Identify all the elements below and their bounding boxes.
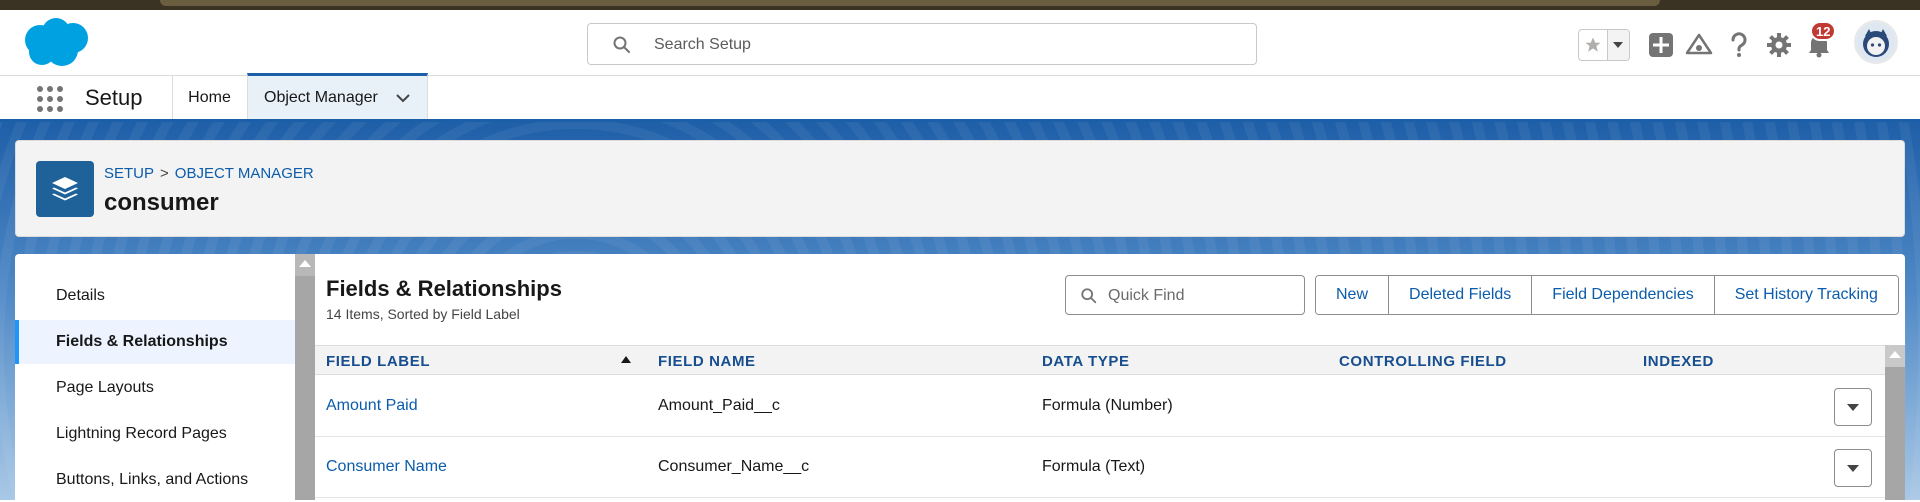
column-controlling-field[interactable]: CONTROLLING FIELD [1339,346,1507,376]
favorites-group [1578,29,1630,61]
field-name-cell: Amount_Paid__c [658,397,780,414]
context-bar: Setup Home Object Manager [0,73,1920,122]
data-type-cell: Formula (Text) [1042,458,1146,475]
sidebar-scrollbar[interactable] [295,254,315,500]
sidebar-item-page-layouts[interactable]: Page Layouts [15,366,295,410]
panel-subtitle: 14 Items, Sorted by Field Label [326,306,520,322]
scrollbar-thumb[interactable] [1885,367,1905,500]
column-indexed[interactable]: INDEXED [1643,346,1714,376]
column-data-type[interactable]: DATA TYPE [1042,346,1130,376]
scrollbar-thumb[interactable] [295,276,315,500]
tab-object-manager[interactable]: Object Manager [247,73,428,119]
set-history-tracking-button[interactable]: Set History Tracking [1714,276,1898,314]
field-label-link[interactable]: Amount Paid [326,376,418,436]
deleted-fields-button[interactable]: Deleted Fields [1389,276,1533,314]
tab-object-manager-label: Object Manager [264,88,378,106]
row-actions-button[interactable] [1834,449,1872,487]
plus-icon[interactable] [1645,29,1677,61]
search-icon [612,35,632,55]
app-name: Setup [85,85,143,110]
global-header: 12 [0,10,1920,76]
sidebar-item-fields-relationships[interactable]: Fields & Relationships [15,320,295,364]
star-icon[interactable] [1579,30,1608,60]
page-title: consumer [104,189,219,216]
gear-icon[interactable] [1763,29,1795,61]
chevron-down-icon[interactable] [1607,30,1629,60]
quick-find-input[interactable] [1106,284,1296,308]
avatar[interactable] [1854,20,1898,64]
chevron-down-icon [1847,403,1859,411]
tab-home[interactable]: Home [173,76,246,119]
sidebar: Details Fields & Relationships Page Layo… [15,254,295,500]
breadcrumb-object-manager[interactable]: OBJECT MANAGER [175,165,314,182]
layers-icon [36,161,94,217]
browser-tab [160,0,1660,6]
column-field-label[interactable]: FIELD LABEL [326,346,430,376]
search-icon [1080,287,1098,305]
chevron-down-icon [1847,464,1859,472]
action-button-group: New Deleted Fields Field Dependencies Se… [1315,275,1899,315]
browser-top-bar [0,0,1920,10]
table-scrollbar[interactable] [1885,345,1905,500]
breadcrumb: SETUP > OBJECT MANAGER [104,165,314,182]
scroll-up-arrow[interactable] [299,260,311,267]
object-header: SETUP > OBJECT MANAGER consumer [15,140,1905,237]
data-type-cell: Formula (Number) [1042,397,1173,414]
trailhead-icon[interactable] [1683,29,1715,61]
search-input[interactable] [652,32,1232,58]
sidebar-item-lightning-record-pages[interactable]: Lightning Record Pages [15,412,295,456]
new-button[interactable]: New [1316,276,1390,314]
field-name-cell: Consumer_Name__c [658,458,810,475]
field-label-link[interactable]: Consumer Name [326,437,447,497]
sidebar-item-details[interactable]: Details [15,274,295,318]
breadcrumb-setup[interactable]: SETUP [104,165,154,182]
field-dependencies-button[interactable]: Field Dependencies [1532,276,1715,314]
table-row: Consumer Name Consumer_Name__c Formula (… [315,437,1885,498]
table-row: Amount Paid Amount_Paid__c Formula (Numb… [315,376,1885,437]
scroll-up-arrow[interactable] [1889,351,1901,358]
column-field-name[interactable]: FIELD NAME [658,346,756,376]
notification-badge: 12 [1810,21,1837,41]
sort-ascending-icon[interactable] [621,356,631,363]
row-actions-button[interactable] [1834,388,1872,426]
panel-title: Fields & Relationships [326,276,562,301]
quick-find[interactable] [1065,275,1305,315]
sidebar-item-buttons-links-actions[interactable]: Buttons, Links, and Actions [15,458,295,502]
salesforce-logo[interactable] [18,16,94,70]
setup-search[interactable] [587,23,1257,65]
breadcrumb-separator: > [160,165,169,182]
fields-panel: Fields & Relationships 14 Items, Sorted … [315,254,1905,500]
chevron-down-icon[interactable] [395,90,411,108]
app-launcher-icon[interactable] [36,85,64,113]
table-header: FIELD LABEL FIELD NAME DATA TYPE CONTROL… [315,345,1885,375]
help-icon[interactable] [1723,29,1755,61]
